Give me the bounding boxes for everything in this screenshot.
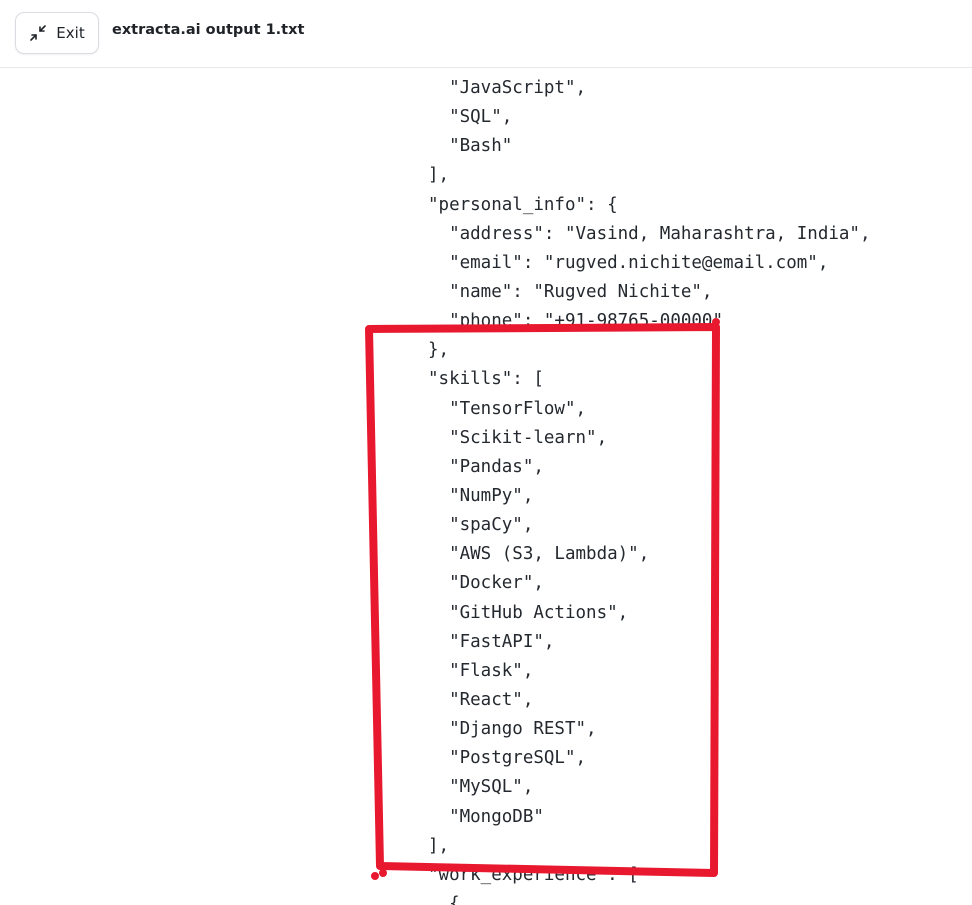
code-line: "MongoDB" xyxy=(428,806,544,827)
code-line: "address": "Vasind, Maharashtra, India", xyxy=(428,223,871,244)
code-line: "skills": [ xyxy=(428,369,544,390)
code-line: }, xyxy=(428,340,450,361)
code-line: "personal_info": { xyxy=(428,194,618,215)
code-line: "work_experience": [ xyxy=(428,864,639,885)
exit-button[interactable]: Exit xyxy=(15,12,99,54)
code-line: "NumPy", xyxy=(428,485,534,506)
code-line: "TensorFlow", xyxy=(428,398,587,419)
code-line: "Bash" xyxy=(428,136,513,157)
code-line: "phone": "+91-98765-00000" xyxy=(428,311,724,332)
code-line: "React", xyxy=(428,689,534,710)
code-line: "name": "Rugved Nichite", xyxy=(428,281,713,302)
code-line: "PostgreSQL", xyxy=(428,748,587,769)
code-line: "FastAPI", xyxy=(428,631,555,652)
exit-label: Exit xyxy=(56,24,85,42)
code-line: "SQL", xyxy=(428,107,513,128)
code-line: "MySQL", xyxy=(428,777,534,798)
code-block: "JavaScript", "SQL", "Bash"], "personal_i… xyxy=(428,74,871,905)
code-line: "JavaScript", xyxy=(428,78,587,98)
top-bar: Exit extracta.ai output 1.txt xyxy=(0,0,972,68)
code-line: "email": "rugved.nichite@email.com", xyxy=(428,252,829,273)
code-line: ], xyxy=(428,835,450,856)
code-line: "Flask", xyxy=(428,660,534,681)
code-line: "Django REST", xyxy=(428,719,597,740)
code-line: "Docker", xyxy=(428,573,544,594)
code-line: ], xyxy=(428,165,450,186)
minimize-arrows-icon xyxy=(30,25,47,41)
file-title: extracta.ai output 1.txt xyxy=(112,22,305,38)
code-line: "GitHub Actions", xyxy=(428,602,629,623)
code-line: "spaCy", xyxy=(428,515,534,536)
file-content-viewer[interactable]: "JavaScript", "SQL", "Bash"], "personal_i… xyxy=(0,69,972,905)
code-line: "AWS (S3, Lambda)", xyxy=(428,544,650,565)
code-line: "Pandas", xyxy=(428,456,544,477)
code-line: "Scikit-learn", xyxy=(428,427,608,448)
file-viewer-window: Exit extracta.ai output 1.txt "JavaScrip… xyxy=(0,0,972,905)
code-line: { xyxy=(428,893,460,905)
